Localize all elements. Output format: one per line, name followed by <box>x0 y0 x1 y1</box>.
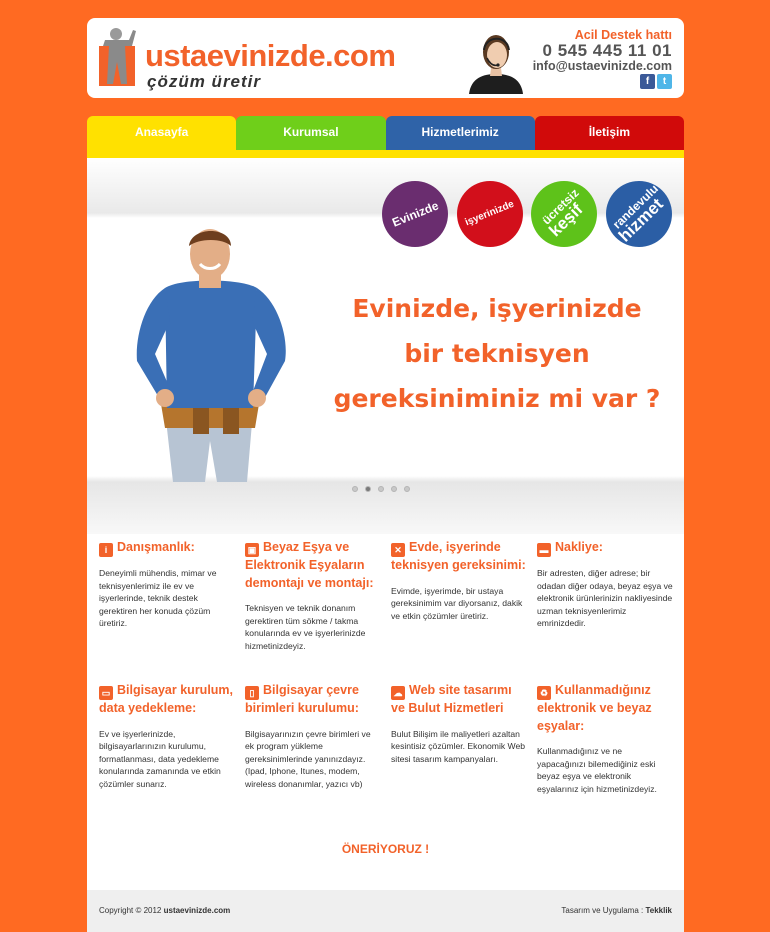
feature-title: i Danışmanlık: <box>99 539 235 557</box>
washer-icon: ▣ <box>245 543 259 557</box>
slider-dot[interactable] <box>391 486 397 492</box>
feature-title: ▬ Nakliye: <box>537 539 673 557</box>
headline-line-3: gereksiniminiz mi var ? <box>333 384 661 413</box>
feature-transport: ▬ Nakliye: Bir adresten, diğer adrese; bi… <box>537 539 673 630</box>
feature-text: Bulut Bilişim ile maliyetleri azaltan ke… <box>391 728 526 764</box>
footer-site-link[interactable]: ustaevinizde.com <box>164 906 231 915</box>
phone-icon: ▯ <box>245 686 259 700</box>
support-phone[interactable]: 0 545 445 11 01 <box>543 41 672 61</box>
recycle-icon: ♻ <box>537 686 551 700</box>
slider-pagination <box>352 486 410 492</box>
main-nav: Anasayfa Kurumsal Hizmetlerimiz İletişim <box>87 116 684 150</box>
feature-consulting: i Danışmanlık: Deneyimli mühendis, mimar … <box>99 539 235 630</box>
support-line-title: Acil Destek hattı <box>574 28 672 42</box>
feature-text: Bilgisayarınızın çevre birimleri ve ek p… <box>245 728 371 789</box>
twitter-icon[interactable]: t <box>657 74 672 89</box>
slider-dot[interactable] <box>352 486 358 492</box>
nav-tab-home[interactable]: Anasayfa <box>87 116 237 150</box>
feature-text: Teknisyen ve teknik donanım gerektiren t… <box>245 603 366 651</box>
feature-web-cloud: ☁ Web site tasarımı ve Bulut Hizmetleri B… <box>391 682 527 765</box>
feature-peripherals: ▯ Bilgisayar çevre birimleri kurulumu: Bi… <box>245 682 381 790</box>
feature-text: Ev ve işyerlerinizde, bilgisayarlarınızı… <box>99 728 221 789</box>
headline-line-1: Evinizde, işyerinizde <box>352 294 642 323</box>
feature-recycle: ♻ Kullanmadığınız elektronik ve beyaz eşy… <box>537 682 673 795</box>
info-icon: i <box>99 543 113 557</box>
footer-credits: Tasarım ve Uygulama : Tekklik <box>561 906 672 915</box>
logo-text[interactable]: ustaevinizde.com <box>145 38 396 74</box>
badge-isyerinizde-label: işyerinizde <box>463 198 516 229</box>
feature-computer-setup: ▭ Bilgisayar kurulum, data yedekleme: Ev … <box>99 682 235 790</box>
design-label: Tasarım ve Uygulama : <box>561 906 644 915</box>
recommend-link[interactable]: ÖNERİYORUZ ! <box>87 842 684 856</box>
facebook-icon[interactable]: f <box>640 74 655 89</box>
feature-text: Kullanmadığınız ve ne yapacağınızı bilem… <box>537 746 657 794</box>
site-footer: Copyright © 2012 ustaevinizde.com Tasarı… <box>87 890 684 932</box>
slider-dot-active[interactable] <box>365 486 371 492</box>
logo-slogan: çözüm üretir <box>147 72 262 91</box>
feature-title: ✕ Evde, işyerinde teknisyen gereksinimi: <box>391 540 526 572</box>
social-links: f t <box>640 74 672 89</box>
nav-underline <box>87 150 684 158</box>
services-section: i Danışmanlık: Deneyimli mühendis, mimar … <box>87 534 684 890</box>
site-header: ustaevinizde.com çözüm üretir Acil Deste… <box>87 18 684 98</box>
feature-title: ☁ Web site tasarımı ve Bulut Hizmetleri <box>391 683 512 715</box>
feature-technician: ✕ Evde, işyerinde teknisyen gereksinimi: … <box>391 539 527 622</box>
nav-tab-services[interactable]: Hizmetlerimiz <box>385 116 535 150</box>
feature-title: ▯ Bilgisayar çevre birimleri kurulumu: <box>245 683 359 715</box>
worker-logo-icon <box>99 28 136 86</box>
support-operator-image <box>469 35 523 94</box>
nav-tab-contact[interactable]: İletişim <box>534 116 684 150</box>
slider-dot[interactable] <box>378 486 384 492</box>
nav-tab-corporate[interactable]: Kurumsal <box>236 116 386 150</box>
headline-line-2: bir teknisyen <box>404 339 590 368</box>
badge-ucretsiz-kesif: ücretsiz keşif <box>531 181 597 247</box>
feature-text: Evimde, işyerimde, bir ustaya gereksinim… <box>391 585 523 621</box>
badge-isyerinizde: işyerinizde <box>457 181 523 247</box>
tools-icon: ✕ <box>391 543 405 557</box>
hero-headline: Evinizde, işyerinizde bir teknisyen gere… <box>317 286 677 421</box>
designer-link[interactable]: Tekklik <box>645 906 672 915</box>
feature-appliance-install: ▣ Beyaz Eşya ve Elektronik Eşyaların demo… <box>245 539 381 652</box>
laptop-icon: ▭ <box>99 686 113 700</box>
footer-copyright: Copyright © 2012 ustaevinizde.com <box>99 906 230 915</box>
truck-icon: ▬ <box>537 543 551 557</box>
badge-evinizde: Evinizde <box>382 181 448 247</box>
feature-title: ▭ Bilgisayar kurulum, data yedekleme: <box>99 683 234 715</box>
feature-text: Bir adresten, diğer adrese; bir odadan d… <box>537 568 673 628</box>
badge-randevulu-hizmet: randevulu hizmet <box>606 181 672 247</box>
technician-image <box>136 229 286 482</box>
hero-slider: Evinizde işyerinizde ücretsiz keşif rande… <box>87 158 684 534</box>
copyright-text: Copyright © 2012 <box>99 906 162 915</box>
slider-dot[interactable] <box>404 486 410 492</box>
feature-title: ▣ Beyaz Eşya ve Elektronik Eşyaların demo… <box>245 540 374 590</box>
support-email[interactable]: info@ustaevinizde.com <box>533 59 672 73</box>
feature-text: Deneyimli mühendis, mimar ve teknisyenle… <box>99 568 217 628</box>
feature-title: ♻ Kullanmadığınız elektronik ve beyaz eşy… <box>537 683 652 733</box>
badge-evinizde-label: Evinizde <box>389 198 441 230</box>
cloud-icon: ☁ <box>391 686 405 700</box>
